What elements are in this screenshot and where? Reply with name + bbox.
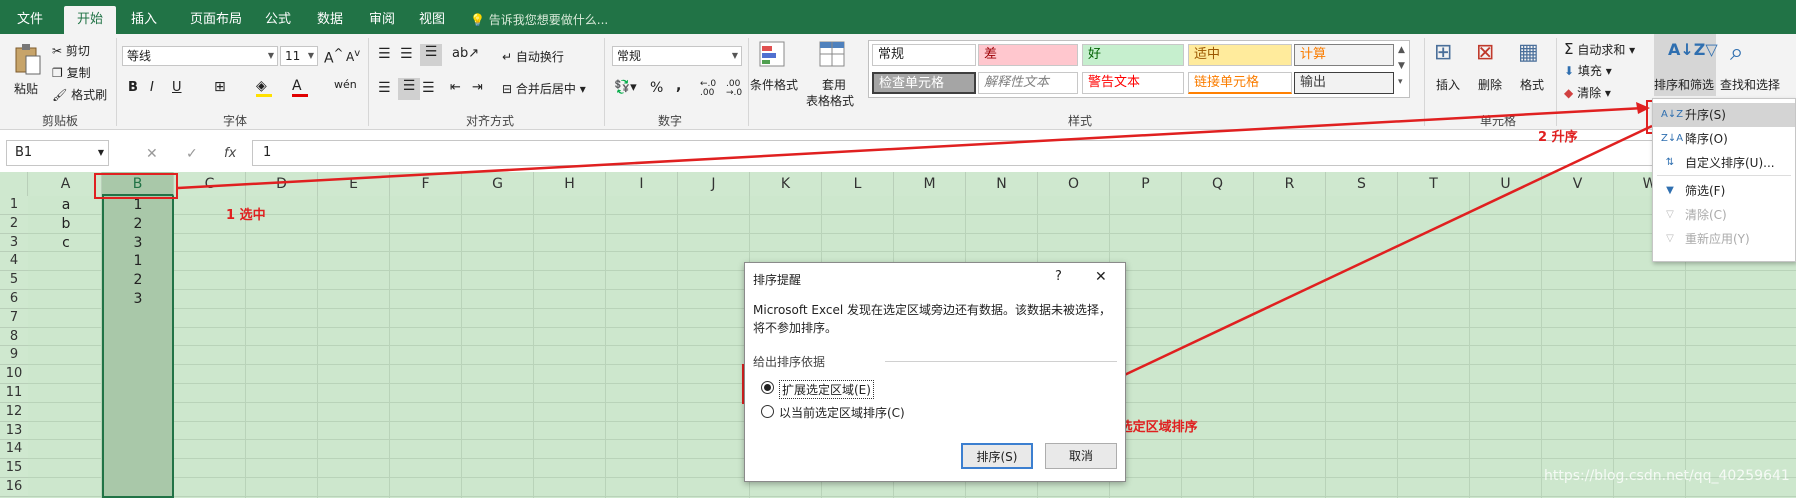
section-divider [885,361,1117,362]
help-button[interactable]: ? [1055,269,1062,284]
menu-divider [1657,175,1791,176]
sort-filter-menu: A↓Z 升序(S) Z↓A 降序(O) ⇅ 自定义排序(U)... ▼ 筛选(F) ▽ 清除(C)… [1652,98,1796,262]
watermark: https://blog.csdn.net/qq_40259641 [1544,468,1790,484]
sort-menu-item-3[interactable]: ▼ 筛选(F) [1653,179,1795,203]
sort-menu-label: 重新应用(Y) [1685,232,1750,246]
sort-menu-icon: ⇅ [1665,157,1675,168]
radio-expand[interactable] [761,381,774,394]
sort-menu-label: 降序(O) [1685,132,1728,146]
sort-menu-item-1[interactable]: Z↓A 降序(O) [1653,127,1795,151]
sort-menu-item-2[interactable]: ⇅ 自定义排序(U)... [1653,151,1795,175]
current-selection-label[interactable]: 以当前选定区域排序(C) [779,404,905,421]
sort-menu-icon: Z↓A [1661,133,1684,144]
annotation-step-1: 1 选中 [226,208,266,223]
dialog-section-label: 给出排序依据 [753,355,826,369]
sort-menu-item-5: ▽ 重新应用(Y) [1653,227,1795,251]
sort-menu-icon: A↓Z [1661,109,1684,120]
sort-menu-item-0[interactable]: A↓Z 升序(S) [1653,103,1795,127]
sort-menu-item-4: ▽ 清除(C) [1653,203,1795,227]
sort-menu-label: 升序(S) [1685,108,1726,122]
sort-menu-label: 自定义排序(U)... [1685,156,1775,170]
sort-menu-icon: ▽ [1666,209,1674,220]
annotation-box-column-b [94,173,178,199]
sort-warning-dialog: 排序提醒 ? ✕ Microsoft Excel 发现在选定区域旁边还有数据。该… [744,262,1126,482]
sort-menu-label: 筛选(F) [1685,184,1726,198]
radio-current[interactable] [761,405,774,418]
close-icon[interactable]: ✕ [1095,269,1107,285]
expand-selection-label[interactable]: 扩展选定区域(E) [779,380,874,399]
sort-menu-icon: ▽ [1666,233,1674,244]
sort-menu-icon: ▼ [1666,185,1674,196]
annotation-step-2: 2 升序 [1538,130,1578,145]
dialog-title: 排序提醒 [753,273,802,287]
cancel-button[interactable]: 取消 [1045,443,1117,469]
dialog-message: Microsoft Excel 发现在选定区域旁边还有数据。该数据未被选择，将不… [753,303,1112,335]
sort-menu-label: 清除(C) [1685,208,1727,222]
sort-button[interactable]: 排序(S) [961,443,1033,469]
